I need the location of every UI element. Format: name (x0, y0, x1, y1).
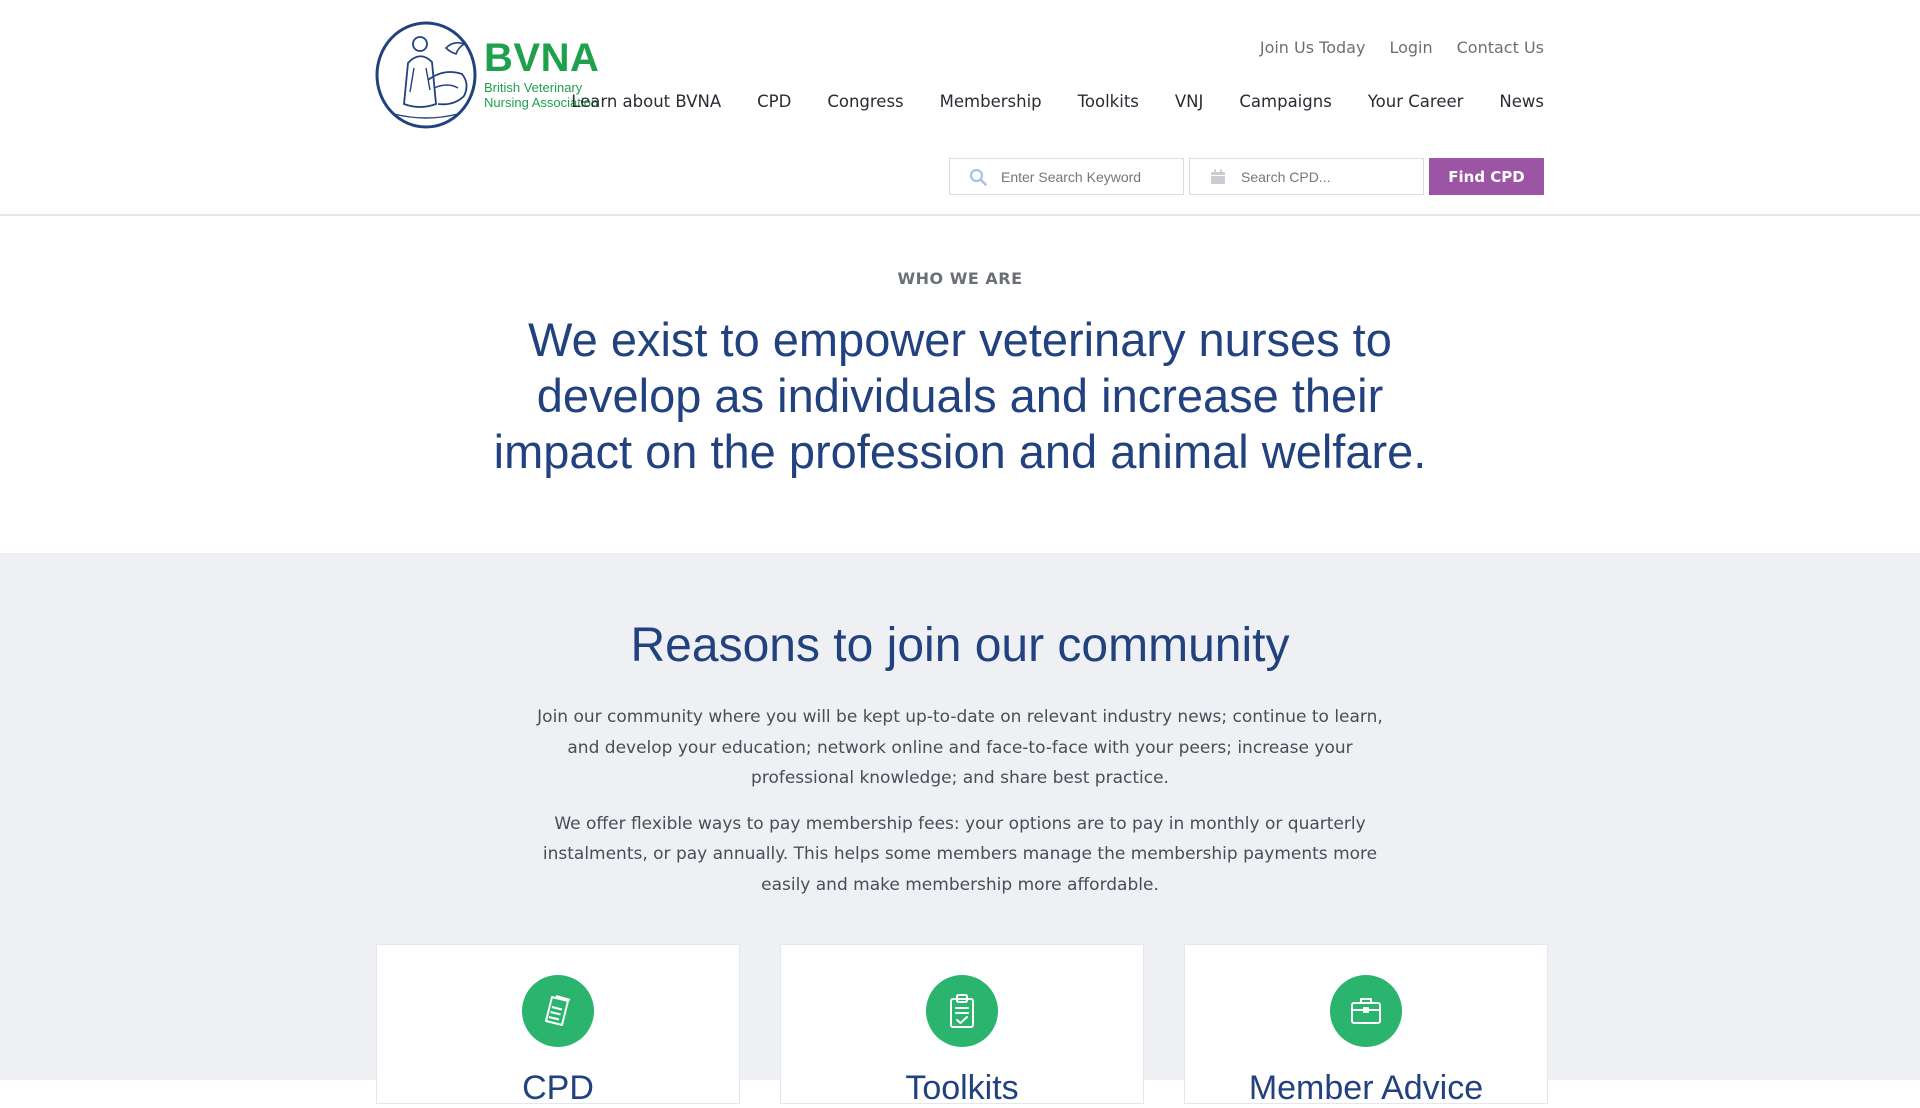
find-cpd-button[interactable]: Find CPD (1429, 158, 1544, 195)
login-link[interactable]: Login (1389, 38, 1432, 57)
site-header: BVNA British Veterinary Nursing Associat… (0, 0, 1920, 216)
nav-congress[interactable]: Congress (827, 92, 903, 111)
nav-campaigns[interactable]: Campaigns (1239, 92, 1331, 111)
nav-your-career[interactable]: Your Career (1368, 92, 1464, 111)
who-we-are-section: WHO WE ARE We exist to empower veterinar… (0, 216, 1920, 553)
card-member-advice[interactable]: Member Advice (1184, 944, 1548, 1107)
nav-learn-about-bvna[interactable]: Learn about BVNA (571, 92, 721, 111)
utility-nav: Join Us Today Login Contact Us (1260, 38, 1544, 57)
card-title-cpd: CPD (522, 1069, 594, 1107)
join-us-today-link[interactable]: Join Us Today (1260, 38, 1366, 57)
card-toolkits[interactable]: Toolkits (780, 944, 1144, 1107)
bvna-logo[interactable]: BVNA British Veterinary Nursing Associat… (374, 18, 599, 130)
nav-toolkits[interactable]: Toolkits (1078, 92, 1139, 111)
reasons-paragraph-1: Join our community where you will be kep… (537, 707, 1383, 788)
main-nav: Learn about BVNA CPD Congress Membership… (571, 92, 1544, 111)
nav-membership[interactable]: Membership (940, 92, 1042, 111)
calendar-icon (1211, 169, 1225, 184)
tickets-icon (522, 975, 594, 1047)
logo-abbrev: BVNA (484, 36, 600, 80)
clipboard-icon (926, 975, 998, 1047)
bvna-emblem-icon (375, 21, 477, 129)
card-title-toolkits: Toolkits (905, 1069, 1019, 1107)
cpd-search-input[interactable] (1239, 167, 1409, 186)
section-eyebrow: WHO WE ARE (897, 269, 1023, 288)
nav-news[interactable]: News (1499, 92, 1544, 111)
search-icon (969, 168, 987, 186)
cpd-search-box (1189, 158, 1424, 195)
keyword-search-box (949, 158, 1184, 195)
card-title-member-advice: Member Advice (1248, 1069, 1484, 1107)
keyword-search-input[interactable] (999, 167, 1169, 186)
mission-statement: We exist to empower veterinary nurses to… (493, 313, 1427, 478)
feature-cards: CPD Toolkits Member Advice (376, 944, 1548, 1107)
reasons-paragraph-2: We offer flexible ways to pay membership… (542, 813, 1378, 895)
search-bar: Find CPD (949, 158, 1544, 195)
nav-cpd[interactable]: CPD (757, 92, 791, 111)
nav-vnj[interactable]: VNJ (1175, 92, 1204, 111)
card-cpd[interactable]: CPD (376, 944, 740, 1107)
reasons-heading: Reasons to join our community (630, 619, 1290, 672)
contact-us-link[interactable]: Contact Us (1457, 38, 1544, 57)
briefcase-icon (1330, 975, 1402, 1047)
